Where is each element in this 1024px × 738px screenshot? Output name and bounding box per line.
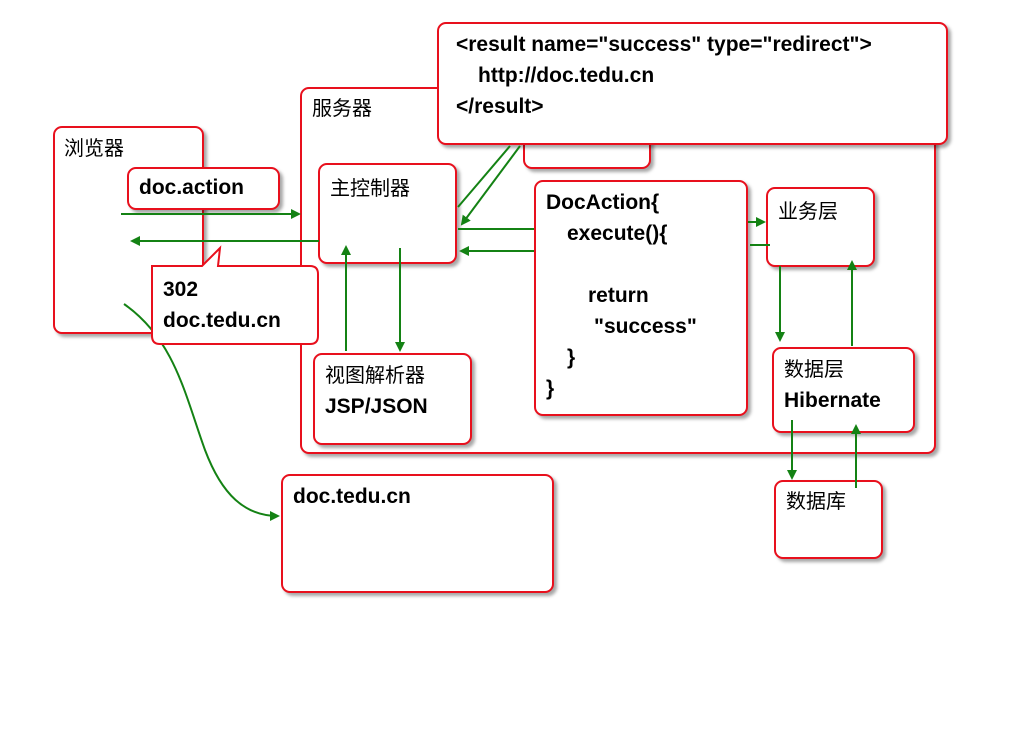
arrow-controller-to-config — [457, 145, 511, 208]
arrow-config-to-controller — [460, 145, 521, 226]
flow-arrows — [121, 145, 861, 521]
redirect-location: doc.tedu.cn — [163, 309, 281, 332]
redirect-status: 302 — [163, 278, 199, 301]
